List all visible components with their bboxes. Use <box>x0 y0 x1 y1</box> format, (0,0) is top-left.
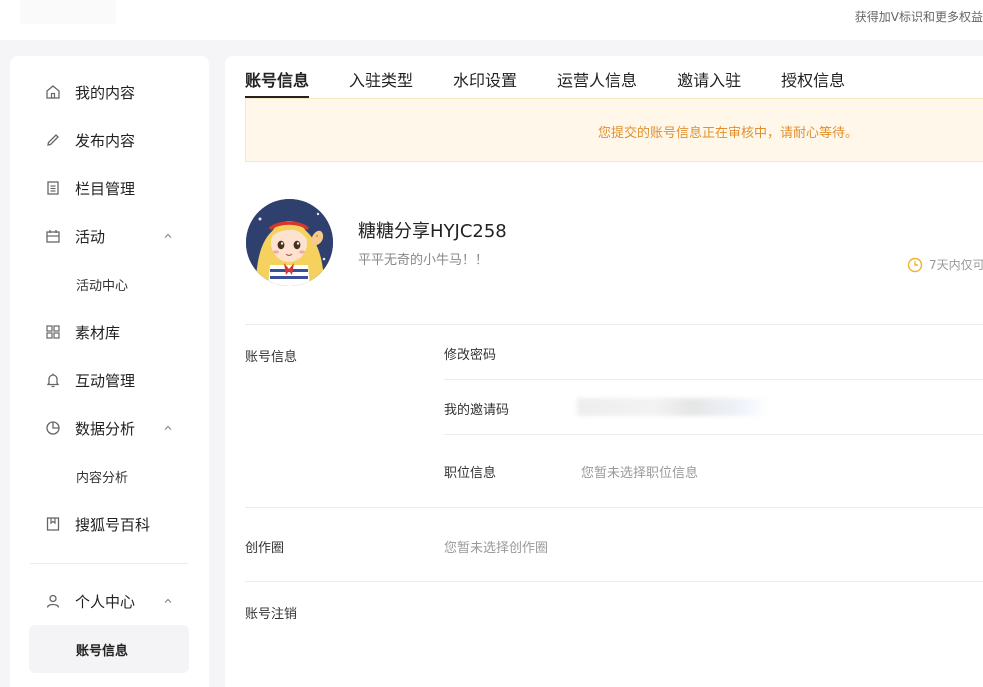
calendar-icon <box>44 227 62 245</box>
sidebar-item-my-content[interactable]: 我的内容 <box>10 72 209 112</box>
sidebar-item-personal-center[interactable]: 个人中心 <box>10 581 209 621</box>
section-divider <box>245 507 983 508</box>
sidebar-item-publish[interactable]: 发布内容 <box>10 120 209 160</box>
change-password-link[interactable]: 修改密码 <box>444 344 496 363</box>
profile-bio: 平平无奇的小牛马！！ <box>358 253 489 268</box>
tab-operator-info[interactable]: 运营人信息 <box>557 56 637 98</box>
profile-name: 糖糖分享HYJC258 <box>358 221 507 242</box>
invite-code-label: 我的邀请码 <box>444 403 510 418</box>
logo-area <box>20 0 116 24</box>
sidebar-item-label: 我的内容 <box>75 83 136 102</box>
tab-settle-type[interactable]: 入驻类型 <box>349 56 413 98</box>
bell-icon <box>44 371 62 389</box>
sidebar-item-label: 个人中心 <box>75 592 136 611</box>
bookmark-icon <box>44 515 62 533</box>
review-notice-banner: 您提交的账号信息正在审核中，请耐心等待。 <box>245 98 983 162</box>
edit-limit-text: 7天内仅可 <box>929 258 983 272</box>
tab-bar: 账号信息 入驻类型 水印设置 运营人信息 邀请入驻 授权信息 <box>245 56 885 98</box>
edit-limit-note: 7天内仅可 <box>907 256 983 273</box>
tab-watermark[interactable]: 水印设置 <box>453 56 517 98</box>
sidebar-item-label: 账号信息 <box>76 643 129 659</box>
sidebar-subitem-content-analysis[interactable]: 内容分析 <box>10 456 209 496</box>
position-info-value[interactable]: 您暂未选择职位信息 <box>581 462 698 481</box>
account-cancel-link[interactable]: 账号注销 <box>245 603 297 622</box>
tab-account-info[interactable]: 账号信息 <box>245 56 310 98</box>
sidebar-item-label: 数据分析 <box>75 419 136 438</box>
sidebar-item-activity[interactable]: 活动 <box>10 216 209 256</box>
top-bar: 获得加V标识和更多权益 <box>0 0 983 40</box>
user-icon <box>44 592 62 610</box>
document-icon <box>44 179 62 197</box>
sidebar-divider <box>30 563 188 564</box>
grid-icon <box>44 323 62 341</box>
main-panel: 账号信息 入驻类型 水印设置 运营人信息 邀请入驻 授权信息 您提交的账号信息正… <box>225 56 983 687</box>
sidebar-item-sohu-wiki[interactable]: 搜狐号百科 <box>10 504 209 544</box>
sidebar-item-label: 互动管理 <box>75 371 136 390</box>
section-label-account-info: 账号信息 <box>245 350 298 365</box>
sidebar-item-interaction[interactable]: 互动管理 <box>10 360 209 400</box>
home-icon <box>44 83 62 101</box>
clock-icon <box>907 257 923 273</box>
pie-chart-icon <box>44 419 62 437</box>
invite-code-value-redacted <box>577 398 769 416</box>
sidebar-subitem-account-info[interactable]: 账号信息 <box>29 625 189 673</box>
sidebar-subitem-activity-center[interactable]: 活动中心 <box>10 264 209 304</box>
section-label-creative-circle: 创作圈 <box>245 541 285 556</box>
section-divider <box>245 581 983 582</box>
pencil-icon <box>44 131 62 149</box>
sidebar-item-label: 活动 <box>75 227 106 246</box>
sidebar-item-material-library[interactable]: 素材库 <box>10 312 209 352</box>
sidebar-item-label: 发布内容 <box>75 131 136 150</box>
review-notice-text: 您提交的账号信息正在审核中，请耐心等待。 <box>598 126 859 141</box>
creative-circle-value[interactable]: 您暂未选择创作圈 <box>444 537 548 556</box>
tab-authorization[interactable]: 授权信息 <box>781 56 845 98</box>
chevron-up-icon[interactable] <box>160 228 176 244</box>
sidebar-item-label: 活动中心 <box>76 278 129 294</box>
row-divider <box>444 379 983 380</box>
avatar[interactable] <box>246 199 333 286</box>
tab-invite[interactable]: 邀请入驻 <box>677 56 741 98</box>
position-info-label: 职位信息 <box>444 466 497 481</box>
sidebar-item-label: 素材库 <box>75 323 121 342</box>
verify-promo-link[interactable]: 获得加V标识和更多权益 <box>855 8 983 25</box>
sidebar-item-label: 内容分析 <box>76 470 129 486</box>
sidebar: 我的内容 发布内容 栏目管理 活动 活动中心 素材库 互动管理 数据分析 内容分… <box>10 56 209 687</box>
sidebar-item-columns[interactable]: 栏目管理 <box>10 168 209 208</box>
sidebar-item-data-analysis[interactable]: 数据分析 <box>10 408 209 448</box>
chevron-up-icon[interactable] <box>160 420 176 436</box>
section-divider <box>245 324 983 325</box>
row-divider <box>444 434 983 435</box>
sidebar-item-label: 栏目管理 <box>75 179 136 198</box>
sidebar-item-label: 搜狐号百科 <box>75 515 151 534</box>
chevron-up-icon[interactable] <box>160 593 176 609</box>
